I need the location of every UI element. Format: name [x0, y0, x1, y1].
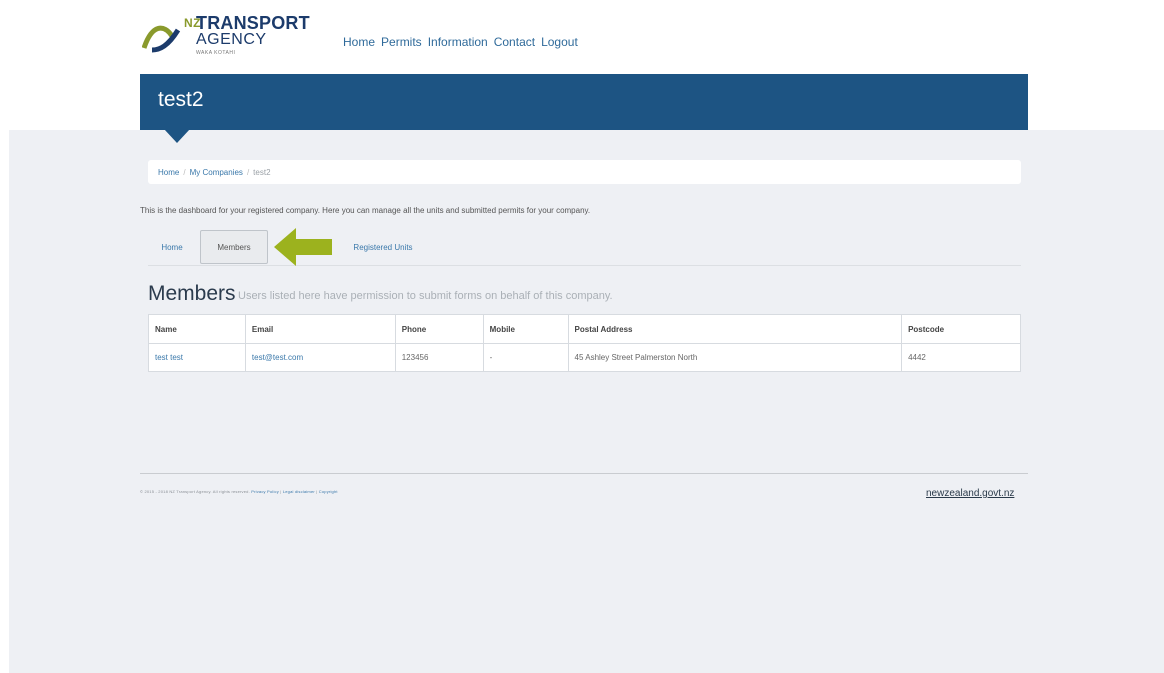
- member-phone: 123456: [394, 343, 484, 372]
- logo-agency-text: AGENCY: [196, 31, 267, 48]
- members-table: Name Email Phone Mobile Postal Address P…: [148, 314, 1021, 372]
- company-title: test2: [158, 88, 204, 111]
- column-header-postal-address: Postal Address: [567, 314, 903, 344]
- newzealand-govt-link[interactable]: newzealand.govt.nz: [926, 488, 1014, 499]
- column-header-phone: Phone: [394, 314, 484, 344]
- left-arrow-icon: [274, 228, 332, 266]
- table-row: test test test@test.com 123456 - 45 Ashl…: [148, 343, 1021, 372]
- top-navigation: Home Permits Information Contact Logout: [343, 35, 578, 49]
- nav-contact-link[interactable]: Contact: [494, 35, 535, 49]
- member-postal-address: 45 Ashley Street Palmerston North: [567, 343, 903, 372]
- nav-logout-link[interactable]: Logout: [541, 35, 578, 49]
- table-header-row: Name Email Phone Mobile Postal Address P…: [148, 314, 1021, 344]
- dashboard-intro-text: This is the dashboard for your registere…: [140, 206, 591, 215]
- nzta-logo-mark-icon: [142, 25, 181, 53]
- footer-privacy-link[interactable]: Privacy Policy: [251, 489, 279, 494]
- member-postcode: 4442: [901, 343, 1021, 372]
- company-banner: test2: [140, 74, 1028, 130]
- site-header: NZ TRANSPORT AGENCY WAKA KOTAHI Home Per…: [0, 0, 1164, 74]
- breadcrumb-my-companies-link[interactable]: My Companies: [190, 168, 243, 177]
- footer-copyright-text: © 2015 - 2018 NZ Transport Agency. All r…: [140, 489, 250, 494]
- tab-members[interactable]: Members: [200, 230, 268, 264]
- column-header-name: Name: [148, 314, 246, 344]
- breadcrumb: Home / My Companies / test2: [148, 160, 1021, 184]
- footer-divider: [140, 473, 1028, 474]
- logo-sub-text: WAKA KOTAHI: [196, 50, 236, 56]
- nav-permits-link[interactable]: Permits: [381, 35, 422, 49]
- tab-registered-units[interactable]: Registered Units: [338, 230, 428, 264]
- members-subheading: Users listed here have permission to sub…: [238, 290, 613, 302]
- nzta-logo[interactable]: NZ TRANSPORT AGENCY WAKA KOTAHI: [142, 12, 322, 62]
- column-header-email: Email: [244, 314, 396, 344]
- member-email-link[interactable]: test@test.com: [244, 343, 396, 372]
- footer-copyright: © 2015 - 2018 NZ Transport Agency. All r…: [140, 489, 338, 494]
- tab-home[interactable]: Home: [154, 230, 190, 264]
- member-name-link[interactable]: test test: [148, 343, 246, 372]
- column-header-postcode: Postcode: [901, 314, 1021, 344]
- breadcrumb-home-link[interactable]: Home: [158, 168, 179, 177]
- footer-legal-link[interactable]: Legal disclaimer: [283, 489, 315, 494]
- breadcrumb-current: test2: [253, 167, 271, 177]
- column-header-mobile: Mobile: [482, 314, 569, 344]
- members-heading: Members: [148, 282, 236, 305]
- member-mobile: -: [482, 343, 569, 372]
- nav-information-link[interactable]: Information: [428, 35, 488, 49]
- nav-home-link[interactable]: Home: [343, 35, 375, 49]
- breadcrumb-separator: /: [183, 167, 186, 177]
- breadcrumb-separator: /: [246, 167, 250, 177]
- banner-notch: [164, 129, 190, 143]
- footer-copyright-link[interactable]: Copyright: [319, 489, 338, 494]
